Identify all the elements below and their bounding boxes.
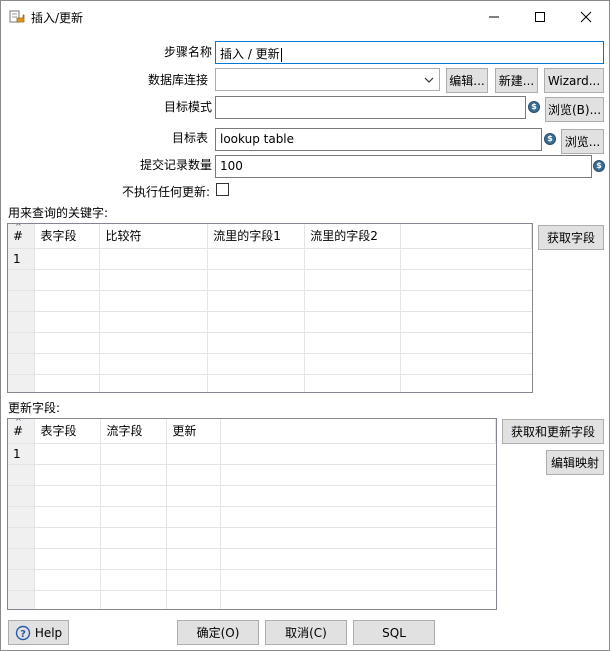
lookup-keys-table[interactable]: ^ # 表字段 比较符 流里的字段1 流里的字段2 1 (7, 223, 533, 393)
table-cell[interactable] (34, 248, 101, 270)
table-cell[interactable] (207, 248, 306, 270)
dollar-variable-icon: $ (593, 160, 605, 172)
table-row[interactable]: 1 (8, 443, 496, 465)
table-header-row: ^ # 表字段 流字段 更新 (8, 419, 496, 444)
table-row-empty (8, 506, 496, 528)
cancel-button[interactable]: 取消(C) (265, 620, 347, 645)
table-row-empty (8, 590, 496, 609)
sql-button[interactable]: SQL (353, 620, 435, 645)
column-header-filler (220, 419, 496, 444)
title-bar: 插入/更新 (1, 1, 609, 32)
table-row[interactable]: 1 (8, 248, 532, 270)
table-row-empty (8, 269, 532, 291)
edit-connection-button[interactable]: 编辑... (446, 68, 488, 93)
step-name-value: 插入 / 更新 (220, 47, 280, 61)
table-row-empty (8, 569, 496, 591)
browse-schema-button[interactable]: 浏览(B)... (545, 97, 604, 122)
table-cell[interactable] (166, 443, 222, 465)
table-row-empty (8, 374, 532, 392)
maximize-button[interactable] (517, 1, 563, 32)
commit-size-label: 提交记录数量 (140, 158, 213, 172)
column-header-stream-field-2[interactable]: 流里的字段2 (304, 224, 402, 249)
no-update-label: 不执行任何更新: (122, 185, 211, 199)
row-number: 1 (8, 443, 36, 465)
column-header-rownum[interactable]: ^ # (8, 419, 36, 444)
step-name-label: 步骤名称 (164, 45, 213, 59)
svg-text:?: ? (20, 629, 26, 640)
wizard-button[interactable]: Wizard... (544, 68, 604, 93)
close-icon (580, 11, 592, 22)
table-cell[interactable] (99, 248, 209, 270)
commit-size-value: 100 (220, 159, 243, 173)
sort-caret-icon: ^ (15, 419, 22, 426)
table-row-empty (8, 548, 496, 570)
dollar-variable-icon: $ (528, 101, 540, 113)
dialog-window: 插入/更新 步骤名称 插入 / 更新 数据库连接 编辑... 新建... Wiz… (0, 0, 610, 651)
table-row-empty (8, 464, 496, 486)
help-button[interactable]: ? Help (8, 620, 69, 645)
column-header-filler (400, 224, 532, 249)
maximize-icon (535, 11, 545, 22)
column-header-stream-field-1[interactable]: 流里的字段1 (207, 224, 306, 249)
column-header-table-field[interactable]: 表字段 (34, 419, 102, 444)
target-table-label: 目标表 (172, 131, 209, 145)
db-connection-label: 数据库连接 (148, 73, 209, 87)
update-fields-table[interactable]: ^ # 表字段 流字段 更新 1 (7, 418, 497, 610)
get-update-fields-button[interactable]: 获取和更新字段 (502, 419, 604, 444)
table-row-empty (8, 485, 496, 507)
target-table-input[interactable]: lookup table (215, 128, 542, 151)
table-row-empty (8, 353, 532, 375)
lookup-keys-grid: ^ # 表字段 比较符 流里的字段1 流里的字段2 1 (8, 224, 532, 392)
ok-button[interactable]: 确定(O) (177, 620, 259, 645)
table-cell[interactable] (304, 248, 402, 270)
column-header-comparator[interactable]: 比较符 (99, 224, 209, 249)
table-header-row: ^ # 表字段 比较符 流里的字段1 流里的字段2 (8, 224, 532, 249)
table-cell[interactable] (100, 443, 168, 465)
help-icon: ? (15, 625, 31, 640)
table-row-empty (8, 332, 532, 354)
help-button-label: Help (34, 625, 63, 640)
column-header-stream-field[interactable]: 流字段 (100, 419, 168, 444)
target-schema-label: 目标模式 (164, 100, 213, 114)
row-number: 1 (8, 248, 36, 270)
update-fields-grid: ^ # 表字段 流字段 更新 1 (8, 419, 496, 609)
update-fields-label: 更新字段: (8, 401, 61, 415)
target-schema-input[interactable] (215, 96, 526, 119)
minimize-button[interactable] (471, 1, 517, 32)
no-update-checkbox[interactable] (216, 183, 229, 196)
db-connection-select[interactable] (215, 68, 440, 91)
table-row-empty (8, 527, 496, 549)
column-header-rownum[interactable]: ^ # (8, 224, 36, 249)
table-row-empty (8, 311, 532, 333)
table-cell[interactable] (34, 443, 102, 465)
minimize-icon (489, 16, 499, 17)
table-cell (400, 248, 532, 270)
column-header-update[interactable]: 更新 (166, 419, 222, 444)
chevron-down-icon (424, 77, 434, 83)
window-title: 插入/更新 (31, 11, 84, 25)
insert-update-step-icon (9, 9, 25, 25)
column-header-table-field[interactable]: 表字段 (34, 224, 101, 249)
table-cell (220, 443, 496, 465)
browse-table-button[interactable]: 浏览... (561, 129, 604, 154)
close-button[interactable] (563, 1, 609, 32)
get-fields-button[interactable]: 获取字段 (538, 225, 604, 250)
edit-mapping-button[interactable]: 编辑映射 (546, 450, 604, 475)
new-connection-button[interactable]: 新建... (495, 68, 538, 93)
lookup-keys-label: 用来查询的关键字: (8, 206, 109, 220)
target-table-value: lookup table (220, 132, 295, 146)
text-caret (280, 47, 282, 62)
sort-caret-icon: ^ (15, 224, 22, 231)
commit-size-input[interactable]: 100 (215, 155, 592, 178)
dollar-variable-icon: $ (544, 133, 556, 145)
table-row-empty (8, 290, 532, 312)
step-name-input[interactable]: 插入 / 更新 (215, 41, 604, 64)
